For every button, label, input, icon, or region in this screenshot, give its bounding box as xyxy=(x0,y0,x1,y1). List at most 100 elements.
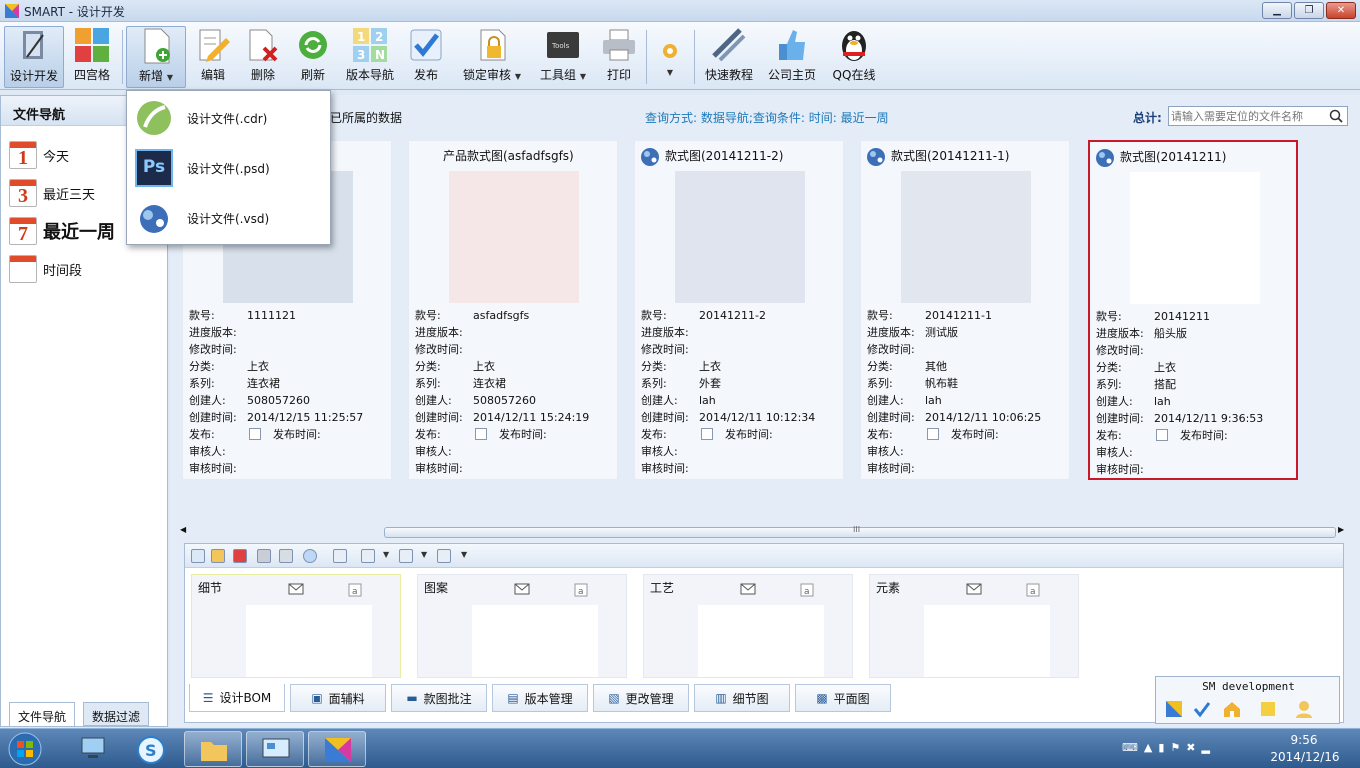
bottom-tab[interactable]: ▩ 平面图 xyxy=(795,684,891,712)
bottom-tab[interactable]: ▧ 更改管理 xyxy=(593,684,689,712)
detail-thumbnail[interactable]: 元素 a xyxy=(869,574,1079,678)
style-card[interactable]: 款式图(20141211-2) 款号: 20141211-2 进度版本: 修改时间… xyxy=(634,140,844,480)
text-annotation-icon[interactable]: a xyxy=(1026,583,1040,597)
taskbar-computer-app[interactable] xyxy=(64,731,122,767)
app-logo-icon[interactable] xyxy=(1164,699,1184,719)
text-annotation-icon[interactable]: a xyxy=(800,583,814,597)
style-thumbnail-image[interactable] xyxy=(675,171,805,303)
bottom-tab[interactable]: ☰ 设计BOM xyxy=(189,684,285,712)
system-tray-icons[interactable]: ⌨▲▮⚑✖▂ xyxy=(1122,741,1216,754)
detail-sketch-image[interactable] xyxy=(698,605,824,677)
tab-data-filter[interactable]: 数据过滤 xyxy=(83,702,150,726)
edit-detail-icon[interactable] xyxy=(211,549,225,563)
menu-item-vsd[interactable]: 设计文件(.vsd) xyxy=(127,193,330,243)
clock-date[interactable]: 2014/12/16 xyxy=(1270,750,1340,764)
export-dropdown-arrow-icon[interactable]: ▼ xyxy=(383,550,389,559)
bottom-tab[interactable]: ▤ 版本管理 xyxy=(492,684,588,712)
add-button[interactable]: 新增 ▼ xyxy=(126,26,186,88)
taskbar-smart-app[interactable] xyxy=(308,731,366,767)
version-nav-button[interactable]: 123N 版本导航 xyxy=(342,26,398,88)
settings-button[interactable]: ▼ xyxy=(652,26,688,88)
print-detail-icon[interactable] xyxy=(437,549,451,563)
detail-thumbnail[interactable]: 细节 a xyxy=(191,574,401,678)
bottom-tab[interactable]: ▣ 面辅料 xyxy=(290,684,386,712)
style-card[interactable]: 款式图(20141211) 款号: 20141211 进度版本: 船头版 修改时间:… xyxy=(1088,140,1298,480)
nav-item-last-week[interactable]: 7 最近一周 xyxy=(9,214,115,248)
taskbar-s-app[interactable]: S xyxy=(124,731,182,767)
text-annotation-icon[interactable]: a xyxy=(348,583,362,597)
home-icon[interactable] xyxy=(1222,699,1242,719)
text-annotation-icon[interactable]: a xyxy=(574,583,588,597)
tab-file-navigation[interactable]: 文件导航 xyxy=(9,702,76,726)
publish-checkbox[interactable] xyxy=(927,428,939,440)
refresh-button[interactable]: 刷新 xyxy=(292,26,334,88)
lock-review-button[interactable]: 锁定审核 ▼ xyxy=(454,26,530,88)
bottom-tab[interactable]: ▥ 细节图 xyxy=(694,684,790,712)
save-detail-icon[interactable] xyxy=(257,549,271,563)
mail-icon[interactable] xyxy=(740,583,756,595)
add-dropdown-arrow-icon[interactable]: ▼ xyxy=(167,73,173,82)
taskbar-folder-app[interactable] xyxy=(184,731,242,767)
detail-thumbnail[interactable]: 工艺 a xyxy=(643,574,853,678)
detail-thumbnail[interactable]: 图案 a xyxy=(417,574,627,678)
export-detail-icon[interactable] xyxy=(361,549,375,563)
style-card[interactable]: 款式图(20141211-1) 款号: 20141211-1 进度版本: 测试版 修… xyxy=(860,140,1070,480)
detail-sketch-image[interactable] xyxy=(924,605,1050,677)
start-button-icon[interactable] xyxy=(6,731,44,767)
style-thumbnail-image[interactable] xyxy=(901,171,1031,303)
menu-item-cdr[interactable]: 设计文件(.cdr) xyxy=(127,93,330,143)
print-dropdown-arrow-icon[interactable]: ▼ xyxy=(461,550,467,559)
checkmark-icon[interactable] xyxy=(1192,699,1212,719)
detail-sketch-image[interactable] xyxy=(246,605,372,677)
mail-icon[interactable] xyxy=(514,583,530,595)
mail-icon[interactable] xyxy=(966,583,982,595)
close-button[interactable]: ✕ xyxy=(1326,2,1356,19)
print-button[interactable]: 打印 xyxy=(598,26,640,88)
notes-icon[interactable] xyxy=(1258,699,1278,719)
delete-button[interactable]: 删除 xyxy=(240,26,286,88)
copy-detail-icon[interactable] xyxy=(279,549,293,563)
delete-detail-icon[interactable] xyxy=(233,549,247,563)
search-icon[interactable] xyxy=(1329,109,1343,123)
maximize-button[interactable]: ❐ xyxy=(1294,2,1324,19)
publish-button[interactable]: 发布 xyxy=(404,26,448,88)
add-detail-icon[interactable] xyxy=(191,549,205,563)
nav-item-last-3-days[interactable]: 3 最近三天 xyxy=(9,176,95,210)
design-dev-button[interactable]: 设计开发 xyxy=(4,26,64,88)
qq-online-button[interactable]: QQ在线 xyxy=(826,26,882,88)
style-thumbnail-image[interactable] xyxy=(1130,172,1260,304)
scroll-right-arrow-icon[interactable]: ▶ xyxy=(1338,525,1344,534)
lock-dropdown-arrow-icon[interactable]: ▼ xyxy=(515,72,521,81)
scrollbar-thumb[interactable]: III xyxy=(384,525,1336,538)
menu-item-psd[interactable]: Ps 设计文件(.psd) xyxy=(127,143,330,193)
mail-icon[interactable] xyxy=(288,583,304,595)
grid4-button[interactable]: 四宫格 xyxy=(68,26,116,88)
publish-checkbox[interactable] xyxy=(1156,429,1168,441)
clock-time[interactable]: 9:56 xyxy=(1274,733,1334,747)
import-detail-icon[interactable] xyxy=(333,549,347,563)
style-card[interactable]: 产品款式图(asfadfsgfs) 款号: asfadfsgfs 进度版本: 修改… xyxy=(408,140,618,480)
scroll-left-arrow-icon[interactable]: ◀ xyxy=(180,525,186,534)
minimize-button[interactable]: ▁ xyxy=(1262,2,1292,19)
view-dropdown-arrow-icon[interactable]: ▼ xyxy=(421,550,427,559)
settings-dropdown-arrow-icon[interactable]: ▼ xyxy=(667,68,673,77)
tools-button[interactable]: Tools 工具组 ▼ xyxy=(534,26,592,88)
publish-checkbox[interactable] xyxy=(249,428,261,440)
view-detail-icon[interactable] xyxy=(399,549,413,563)
publish-checkbox[interactable] xyxy=(701,428,713,440)
search-input[interactable] xyxy=(1171,108,1321,124)
taskbar-presentation-app[interactable] xyxy=(246,731,304,767)
quick-tutorial-button[interactable]: 快速教程 xyxy=(700,26,758,88)
company-home-button[interactable]: 公司主页 xyxy=(764,26,820,88)
style-thumbnail-image[interactable] xyxy=(449,171,579,303)
publish-checkbox[interactable] xyxy=(475,428,487,440)
nav-item-today[interactable]: 1 今天 xyxy=(9,138,69,172)
nav-item-time-range[interactable]: 时间段 xyxy=(9,252,82,286)
detail-sketch-image[interactable] xyxy=(472,605,598,677)
refresh-detail-icon[interactable] xyxy=(303,549,317,563)
user-icon[interactable] xyxy=(1294,699,1314,719)
edit-button[interactable]: 编辑 xyxy=(192,26,234,88)
bottom-tab[interactable]: ▬ 款图批注 xyxy=(391,684,487,712)
horizontal-scrollbar[interactable]: ◀ III ▶ xyxy=(180,525,1346,539)
tools-dropdown-arrow-icon[interactable]: ▼ xyxy=(580,72,586,81)
